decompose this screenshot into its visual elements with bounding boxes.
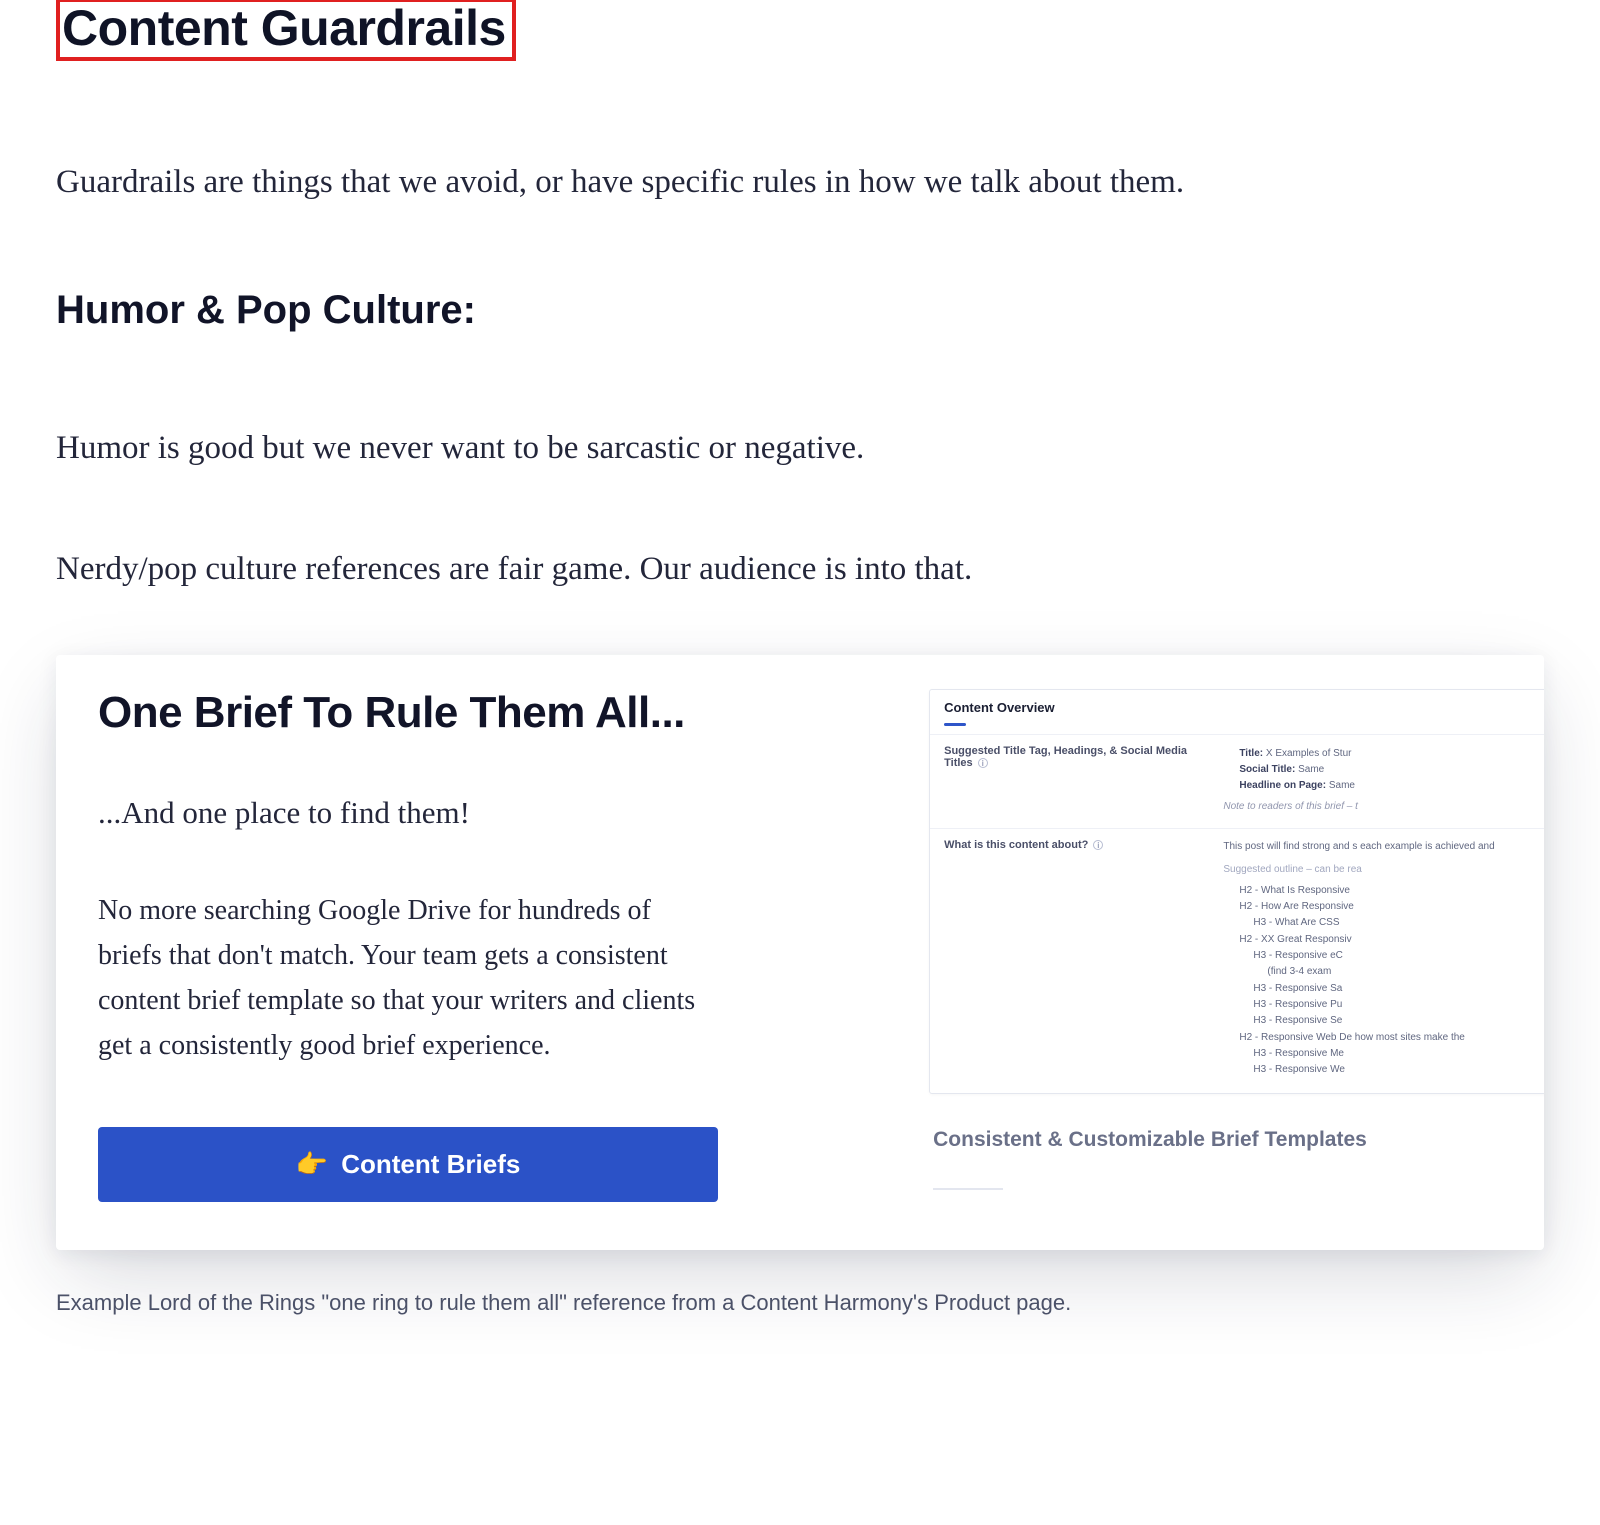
list-item: H2 - Responsive Web De how most sites ma… (1239, 1030, 1544, 1078)
example-card: One Brief To Rule Them All... ...And one… (56, 655, 1544, 1250)
intro-paragraph: Guardrails are things that we avoid, or … (56, 157, 1544, 208)
panel-header-text: Content Overview (944, 700, 1055, 715)
list-item: H3 - Responsive Me (1253, 1046, 1544, 1061)
list-item: H3 - Responsive eC (find 3-4 exam (1253, 948, 1544, 980)
pointing-right-icon: 👉 (296, 1149, 328, 1179)
section1-note: Note to readers of this brief – t (1223, 799, 1544, 814)
list-item: H3 - Responsive We (1253, 1062, 1544, 1077)
section2-label: What is this content about? i (944, 839, 1209, 1079)
panel-header: Content Overview (930, 690, 1544, 735)
example-card-right: Content Overview Suggested Title Tag, He… (929, 689, 1502, 1202)
list-item: H3 - Responsive Sa (1253, 981, 1544, 996)
section2-body: This post will find strong and s each ex… (1223, 839, 1544, 1079)
section1-label: Suggested Title Tag, Headings, & Social … (944, 745, 1209, 814)
section-heading: Content Guardrails (56, 0, 516, 61)
card-subtitle: ...And one place to find them! (98, 795, 889, 831)
section2-suggest: Suggested outline – can be rea (1223, 862, 1544, 877)
cta-label: Content Briefs (341, 1149, 520, 1179)
info-icon: i (1093, 840, 1103, 850)
list-item: H3 - Responsive Pu (1253, 997, 1544, 1012)
list-item: Social Title: Same (1239, 762, 1544, 777)
content-overview-panel: Content Overview Suggested Title Tag, He… (929, 689, 1544, 1094)
humor-paragraph-2: Nerdy/pop culture references are fair ga… (56, 544, 1544, 595)
card-title: One Brief To Rule Them All... (98, 689, 889, 737)
info-icon: i (978, 758, 988, 768)
list-item: H3 - What Are CSS (1253, 915, 1544, 930)
list-item: H2 - How Are Responsive H3 - What Are CS… (1239, 899, 1544, 931)
section2-lead: This post will find strong and s each ex… (1223, 839, 1544, 854)
list-item: Title: X Examples of Stur (1239, 746, 1544, 761)
outline-list: H2 - What Is Responsive H2 - How Are Res… (1223, 883, 1544, 1078)
example-card-left: One Brief To Rule Them All... ...And one… (98, 689, 889, 1202)
figure-caption: Example Lord of the Rings "one ring to r… (56, 1290, 1544, 1316)
list-item: (find 3-4 exam (1267, 964, 1544, 979)
humor-paragraph-1: Humor is good but we never want to be sa… (56, 423, 1544, 474)
panel-section-about: What is this content about? i This post … (930, 829, 1544, 1093)
subsection-heading: Humor & Pop Culture: (56, 288, 1544, 333)
card-body-text: No more searching Google Drive for hundr… (98, 889, 718, 1068)
panel-divider (933, 1188, 1003, 1190)
panel-section-titles: Suggested Title Tag, Headings, & Social … (930, 735, 1544, 829)
section1-body: Title: X Examples of Stur Social Title: … (1223, 745, 1544, 814)
panel-caption: Consistent & Customizable Brief Template… (929, 1128, 1502, 1152)
list-item: H3 - Responsive Se (1253, 1013, 1544, 1028)
content-briefs-button[interactable]: 👉 Content Briefs (98, 1127, 718, 1202)
panel-tab-indicator (944, 723, 966, 726)
list-item: H2 - XX Great Responsiv H3 - Responsive … (1239, 932, 1544, 1029)
list-item: H2 - What Is Responsive (1239, 883, 1544, 898)
list-item: Headline on Page: Same (1239, 778, 1544, 793)
